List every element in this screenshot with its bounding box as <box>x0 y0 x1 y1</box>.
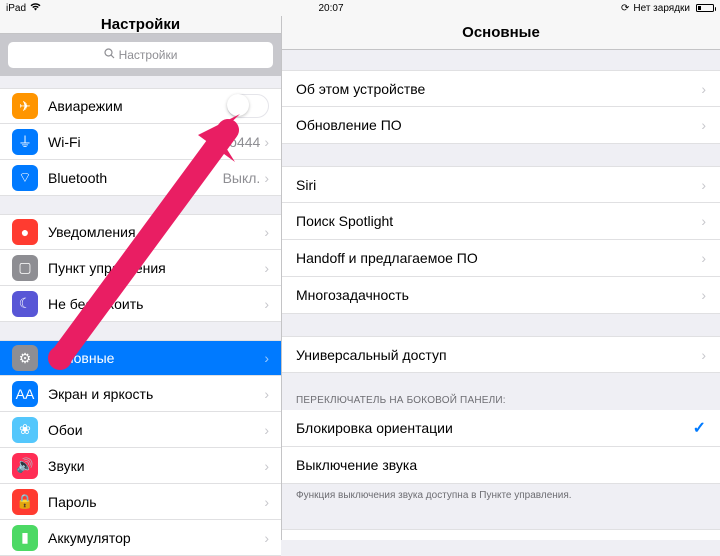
sidebar-item-label: Не беспокоить <box>48 296 264 312</box>
checkmark-icon: ✓ <box>693 418 706 438</box>
detail-row[interactable]: Многозадачность› <box>282 277 720 314</box>
group-footer: Функция выключения звука доступна в Пунк… <box>282 484 720 507</box>
detail-row-label: Обновление ПО <box>296 117 701 133</box>
detail-row-label: Блокировка ориентации <box>296 420 693 436</box>
sidebar-item-label: Основные <box>48 350 264 366</box>
chevron-right-icon: › <box>701 81 706 97</box>
sidebar-item-value: o444 <box>229 134 260 150</box>
chevron-right-icon: › <box>264 350 269 366</box>
chevron-right-icon: › <box>264 134 269 150</box>
sidebar-item-label: Wi-Fi <box>48 134 229 150</box>
detail-row-label: Об этом устройстве <box>296 81 701 97</box>
sidebar-item-passcode[interactable]: 🔒 Пароль› <box>0 484 281 520</box>
search-input[interactable]: Настройки <box>8 42 273 68</box>
detail-row[interactable]: Об этом устройстве› <box>282 70 720 107</box>
sidebar-item-label: Пароль <box>48 494 264 510</box>
detail-row-label: Siri <box>296 177 701 193</box>
sidebar-item-display[interactable]: AA Экран и яркость› <box>0 376 281 412</box>
detail-row[interactable]: Поиск Spotlight› <box>282 203 720 240</box>
wallpaper-icon: ❀ <box>12 417 38 443</box>
control-center-icon: ▢ <box>12 255 38 281</box>
chevron-right-icon: › <box>701 117 706 133</box>
chevron-right-icon: › <box>701 287 706 303</box>
detail-panel: Основные Об этом устройстве›Обновление П… <box>282 16 720 540</box>
sidebar-item-bluetooth[interactable]: ⌔ BluetoothВыкл.› <box>0 160 281 196</box>
chevron-right-icon: › <box>264 494 269 510</box>
chevron-right-icon: › <box>701 213 706 229</box>
sidebar-title: Настройки <box>0 16 281 34</box>
sidebar-item-label: Звуки <box>48 458 264 474</box>
sync-icon: ⟳ <box>621 3 629 14</box>
chevron-right-icon: › <box>264 530 269 546</box>
chevron-right-icon: › <box>264 224 269 240</box>
sidebar-item-label: Уведомления <box>48 224 264 240</box>
general-icon: ⚙ <box>12 345 38 371</box>
sidebar-item-value: Выкл. <box>223 170 261 186</box>
status-time: 20:07 <box>41 3 621 14</box>
search-icon <box>104 48 115 62</box>
sidebar-item-label: Аккумулятор <box>48 530 264 546</box>
settings-sidebar: Настройки Настройки ✈ Авиарежим ⏚ Wi-Fio444… <box>0 16 282 540</box>
dnd-icon: ☾ <box>12 291 38 317</box>
sidebar-item-label: Авиарежим <box>48 98 227 114</box>
group-header: ПЕРЕКЛЮЧАТЕЛЬ НА БОКОВОЙ ПАНЕЛИ: <box>282 391 720 410</box>
chevron-right-icon: › <box>701 177 706 193</box>
chevron-right-icon: › <box>264 458 269 474</box>
chevron-right-icon: › <box>264 260 269 276</box>
chevron-right-icon: › <box>264 170 269 186</box>
charging-status: Нет зарядки <box>633 3 690 14</box>
sidebar-item-notifications[interactable]: ● Уведомления› <box>0 214 281 250</box>
detail-row-label: Выключение звука <box>296 457 706 473</box>
sidebar-item-airplane[interactable]: ✈ Авиарежим <box>0 88 281 124</box>
detail-row-label: Handoff и предлагаемое ПО <box>296 250 701 266</box>
detail-row[interactable]: Siri› <box>282 166 720 203</box>
battery-icon <box>696 4 714 12</box>
airplane-icon: ✈ <box>12 93 38 119</box>
sounds-icon: 🔊 <box>12 453 38 479</box>
sidebar-item-sounds[interactable]: 🔊 Звуки› <box>0 448 281 484</box>
passcode-icon: 🔒 <box>12 489 38 515</box>
detail-row[interactable]: Handoff и предлагаемое ПО› <box>282 240 720 277</box>
chevron-right-icon: › <box>264 422 269 438</box>
detail-row[interactable]: Выключение звука <box>282 447 720 484</box>
sidebar-item-battery[interactable]: ▮ Аккумулятор› <box>0 520 281 556</box>
detail-row-label: Поиск Spotlight <box>296 213 701 229</box>
detail-row[interactable]: Использование хранилища и iCloud› <box>282 529 720 540</box>
chevron-right-icon: › <box>264 386 269 402</box>
airplane-mode-toggle[interactable] <box>227 94 269 118</box>
sidebar-item-control-center[interactable]: ▢ Пункт управления› <box>0 250 281 286</box>
detail-row-label: Универсальный доступ <box>296 347 701 363</box>
sidebar-item-label: Экран и яркость <box>48 386 264 402</box>
display-icon: AA <box>12 381 38 407</box>
battery-icon: ▮ <box>12 525 38 551</box>
detail-row-label: Многозадачность <box>296 287 701 303</box>
sidebar-item-wallpaper[interactable]: ❀ Обои› <box>0 412 281 448</box>
sidebar-item-general[interactable]: ⚙ Основные› <box>0 340 281 376</box>
chevron-right-icon: › <box>264 296 269 312</box>
sidebar-item-label: Bluetooth <box>48 170 223 186</box>
detail-row[interactable]: Универсальный доступ› <box>282 336 720 373</box>
status-bar: iPad 20:07 ⟳ Нет зарядки <box>0 0 720 16</box>
bluetooth-icon: ⌔ <box>12 165 38 191</box>
wifi-status-icon <box>30 3 41 14</box>
chevron-right-icon: › <box>701 250 706 266</box>
detail-title: Основные <box>282 16 720 50</box>
search-placeholder: Настройки <box>119 48 178 62</box>
sidebar-item-label: Обои <box>48 422 264 438</box>
device-name: iPad <box>6 3 26 14</box>
chevron-right-icon: › <box>701 347 706 363</box>
sidebar-item-dnd[interactable]: ☾ Не беспокоить› <box>0 286 281 322</box>
notifications-icon: ● <box>12 219 38 245</box>
detail-row[interactable]: Блокировка ориентации✓ <box>282 410 720 447</box>
search-container: Настройки <box>0 34 281 76</box>
sidebar-item-wifi[interactable]: ⏚ Wi-Fio444› <box>0 124 281 160</box>
detail-row[interactable]: Обновление ПО› <box>282 107 720 144</box>
wifi-icon: ⏚ <box>12 129 38 155</box>
sidebar-item-label: Пункт управления <box>48 260 264 276</box>
